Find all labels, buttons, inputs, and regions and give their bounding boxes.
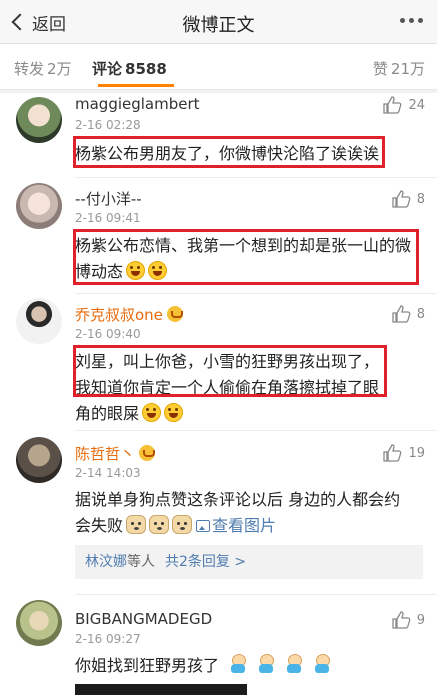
doge-emoji-icon — [149, 515, 170, 534]
comment-username[interactable]: --付小洋-- — [75, 188, 142, 209]
like-count: 24 — [408, 97, 425, 113]
like-button[interactable]: 24 — [382, 96, 425, 114]
tab-comment[interactable]: 评论 8588 — [92, 58, 167, 79]
like-button[interactable]: 9 — [391, 611, 425, 629]
baby-emoji-icon — [313, 654, 331, 674]
tab-repost-count: 2万 — [47, 60, 72, 78]
replies-summary[interactable]: 林汶娜等人 共2条回复 > — [75, 545, 423, 579]
highlight-box — [73, 136, 385, 168]
tab-repost-label: 转发 — [14, 60, 45, 78]
highlight-box — [73, 229, 419, 285]
vip-badge-icon — [166, 306, 183, 322]
tab-bar: 转发 2万 评论 8588 赞 21万 — [0, 44, 437, 90]
tab-like[interactable]: 赞 21万 — [373, 58, 425, 79]
reply-suffix: 等人 — [127, 554, 155, 570]
comment-text-content: 你姐找到狂野男孩了 — [75, 656, 220, 675]
like-count: 9 — [416, 612, 425, 628]
reply-username[interactable]: 林汶娜 — [85, 554, 127, 570]
comment-username-text: 陈哲哲丶 — [75, 445, 136, 463]
doge-emoji-icon — [172, 515, 193, 534]
baby-emoji-icon — [229, 654, 247, 674]
more-options-icon[interactable] — [400, 18, 423, 23]
divider — [75, 430, 437, 431]
like-button[interactable]: 19 — [382, 444, 425, 462]
thumbs-up-icon — [392, 611, 411, 629]
comment-username-text: 乔克叔叔one — [75, 306, 163, 324]
image-icon — [196, 520, 211, 532]
like-button[interactable]: 8 — [391, 190, 425, 208]
like-button[interactable]: 8 — [391, 305, 425, 323]
comment-time: 2-16 09:40 — [75, 327, 141, 341]
thumbs-up-icon — [383, 96, 402, 114]
section-divider — [0, 90, 437, 93]
reply-count[interactable]: 共2条回复 > — [165, 554, 246, 570]
tab-repost[interactable]: 转发 2万 — [14, 58, 72, 79]
comment-image-thumbnail[interactable] — [75, 684, 247, 695]
doge-emoji-icon — [126, 515, 147, 534]
thumbs-up-icon — [392, 190, 411, 208]
like-count: 8 — [416, 191, 425, 207]
avatar[interactable] — [16, 600, 62, 646]
top-nav-bar: 返回 微博正文 — [0, 0, 437, 44]
divider — [75, 177, 437, 178]
vip-badge-icon — [139, 445, 156, 461]
divider — [75, 594, 437, 595]
comment-username[interactable]: 陈哲哲丶 — [75, 443, 156, 464]
thumbs-up-icon — [392, 305, 411, 323]
comment-time: 2-14 14:03 — [75, 466, 141, 480]
comment-time: 2-16 09:27 — [75, 632, 141, 646]
tab-comment-count: 8588 — [125, 60, 167, 78]
comment-time: 2-16 02:28 — [75, 118, 141, 132]
tab-comment-label: 评论 — [92, 60, 123, 78]
baby-emoji-icon — [257, 654, 275, 674]
active-tab-indicator — [98, 84, 174, 87]
comment-text: 据说单身狗点赞这条评论以后 身边的人都会约会失败 查看图片 — [75, 487, 405, 539]
like-count: 8 — [416, 306, 425, 322]
laughing-emoji-icon — [142, 403, 162, 422]
like-count: 19 — [408, 445, 425, 461]
divider — [75, 293, 437, 294]
thumbs-up-icon — [383, 444, 402, 462]
comment-username[interactable]: 乔克叔叔one — [75, 304, 183, 325]
avatar[interactable] — [16, 183, 62, 229]
comment-username[interactable]: maggieglambert — [75, 95, 200, 113]
avatar[interactable] — [16, 298, 62, 344]
laughing-emoji-icon — [164, 403, 184, 422]
comment-username[interactable]: BIGBANGMADEGD — [75, 610, 212, 628]
tab-like-label: 赞 — [372, 60, 388, 78]
avatar[interactable] — [16, 97, 62, 143]
page-title: 微博正文 — [182, 15, 255, 36]
comment-text: 你姐找到狂野男孩了 — [75, 653, 423, 679]
avatar[interactable] — [16, 437, 62, 483]
comment-time: 2-16 09:41 — [75, 211, 141, 225]
view-image-link[interactable]: 查看图片 — [212, 516, 276, 535]
baby-emoji-icon — [285, 654, 303, 674]
highlight-box — [73, 345, 387, 397]
tab-like-count: 21万 — [390, 60, 425, 78]
